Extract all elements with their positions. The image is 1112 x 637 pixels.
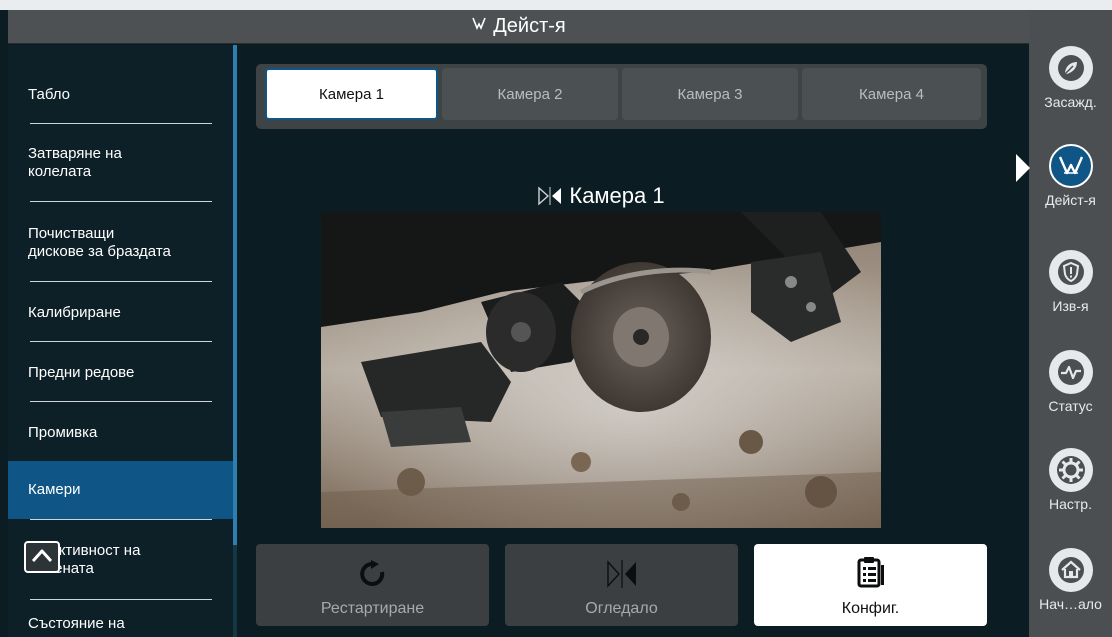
nav-planting[interactable]: Засажд. — [1029, 40, 1112, 130]
nav-alerts[interactable]: Изв-я — [1029, 244, 1112, 334]
restart-button[interactable]: Рестартиране — [256, 544, 489, 626]
divider — [30, 519, 212, 520]
divider — [30, 123, 212, 124]
page-header: Дейст-я — [8, 10, 1029, 44]
nav-label: Нач…ало — [1039, 596, 1102, 612]
app-root: Дейст-я Табло Затваряне на колелата Почи… — [0, 0, 1112, 637]
divider — [30, 201, 212, 202]
sidebar-item-label: Затваряне на колелата — [28, 145, 122, 180]
divider — [30, 281, 212, 282]
sidebar-item-status[interactable]: Състояние на — [8, 615, 233, 637]
sidebar-item-cameras[interactable]: Камери — [8, 461, 233, 519]
main-nav-rail: Засажд. Дейст-я Изв-я Статус Настр. Нач…… — [1029, 10, 1112, 637]
mirror-icon — [605, 559, 639, 594]
sidebar-item-dashboard[interactable]: Табло — [8, 65, 233, 125]
sidebar-item-front-rows[interactable]: Предни редове — [8, 345, 233, 401]
nav-label: Изв-я — [1052, 298, 1089, 314]
divider — [30, 341, 212, 342]
tab-camera-1[interactable]: Камера 1 — [265, 68, 438, 120]
status-strip — [0, 0, 1112, 10]
page-title: Дейст-я — [493, 15, 566, 37]
tab-label: Камера 4 — [859, 85, 924, 103]
sidebar-item-label: Почистващи дискове за браздата — [28, 225, 171, 260]
nav-label: Настр. — [1049, 496, 1092, 512]
sidebar-item-label: Камери — [28, 481, 81, 498]
alert-shield-icon — [1048, 250, 1093, 294]
config-button[interactable]: Конфиг. — [754, 544, 987, 626]
camera-title-text: Камера 1 — [569, 183, 665, 208]
sidebar-item-label: Състояние на — [28, 615, 125, 632]
camera-title: Камера 1 — [321, 183, 881, 209]
divider — [30, 599, 212, 600]
sidebar-item-calibration[interactable]: Калибриране — [8, 285, 233, 341]
nav-label: Засажд. — [1044, 94, 1097, 110]
sidebar-item-label: Калибриране — [28, 304, 121, 321]
action-icon — [1048, 144, 1093, 188]
mirror-button[interactable]: Огледало — [505, 544, 738, 626]
tab-camera-2[interactable]: Камера 2 — [442, 68, 618, 120]
clipboard-icon — [856, 555, 886, 594]
nav-label: Дейст-я — [1045, 192, 1096, 208]
restart-icon — [358, 559, 388, 594]
sidebar-item-label: Промивка — [28, 424, 98, 441]
scroll-up-button[interactable] — [24, 541, 60, 573]
chevron-up-icon — [31, 547, 53, 568]
divider — [30, 401, 212, 402]
nav-status[interactable]: Статус — [1029, 344, 1112, 434]
restart-label: Рестартиране — [320, 600, 425, 617]
active-nav-pointer — [1016, 154, 1030, 182]
camera-tabs: Камера 1 Камера 2 Камера 3 Камера 4 — [256, 64, 987, 129]
camera-feed[interactable] — [321, 212, 881, 528]
action-icon — [471, 16, 487, 37]
seed-icon — [1048, 46, 1093, 90]
sidebar-scrollbar-thumb[interactable] — [233, 45, 237, 545]
tab-label: Камера 3 — [677, 85, 743, 103]
sidebar-item-flush[interactable]: Промивка — [8, 405, 233, 461]
mirror-label: Огледало — [585, 600, 658, 617]
sidebar-item-label: Табло — [28, 86, 71, 103]
nav-actions[interactable]: Дейст-я — [1029, 138, 1112, 228]
sidebar-item-wheel-closing[interactable]: Затваряне на колелата — [8, 127, 233, 199]
gear-icon — [1048, 448, 1093, 492]
tab-camera-4[interactable]: Камера 4 — [802, 68, 981, 120]
camera-feed-image — [321, 212, 881, 528]
config-label: Конфиг. — [841, 600, 900, 617]
home-icon — [1048, 548, 1093, 592]
nav-label: Статус — [1048, 398, 1093, 414]
sidebar-item-label: Предни редове — [28, 364, 135, 381]
tab-label: Камера 1 — [319, 85, 384, 103]
nav-home[interactable]: Нач…ало — [1029, 542, 1112, 632]
nav-settings[interactable]: Настр. — [1029, 442, 1112, 532]
pulse-icon — [1048, 350, 1093, 394]
mirror-icon — [537, 186, 563, 206]
tab-camera-3[interactable]: Камера 3 — [622, 68, 798, 120]
tab-label: Камера 2 — [497, 85, 563, 103]
sidebar-item-row-cleaners[interactable]: Почистващи дискове за браздата — [8, 205, 233, 281]
